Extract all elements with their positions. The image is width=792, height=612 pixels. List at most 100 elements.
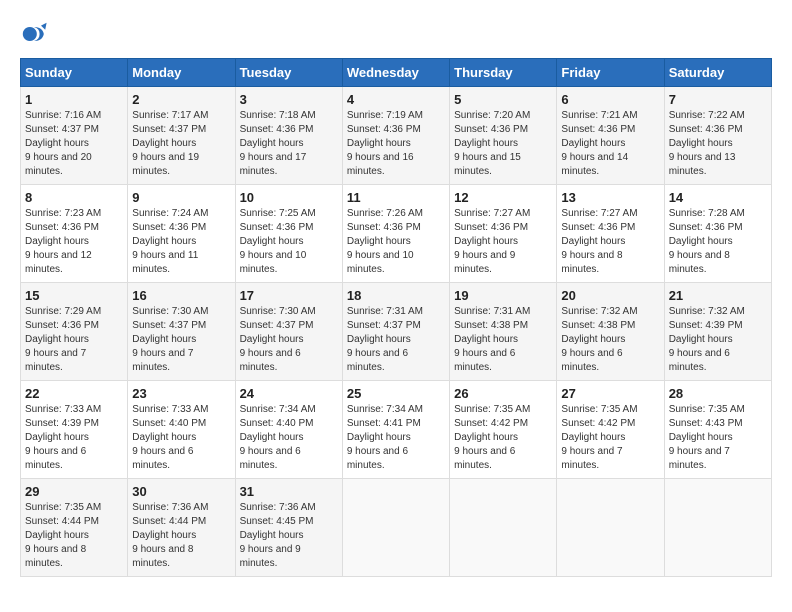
calendar-day-cell: 31 Sunrise: 7:36 AM Sunset: 4:45 PM Dayl… [235, 479, 342, 577]
day-number: 11 [347, 190, 445, 205]
day-info: Sunrise: 7:26 AM Sunset: 4:36 PM Dayligh… [347, 207, 445, 277]
day-number: 1 [25, 92, 123, 107]
day-info: Sunrise: 7:20 AM Sunset: 4:36 PM Dayligh… [454, 109, 552, 179]
calendar-day-cell: 22 Sunrise: 7:33 AM Sunset: 4:39 PM Dayl… [21, 381, 128, 479]
calendar-day-cell [342, 479, 449, 577]
calendar-day-cell: 13 Sunrise: 7:27 AM Sunset: 4:36 PM Dayl… [557, 185, 664, 283]
day-info: Sunrise: 7:32 AM Sunset: 4:38 PM Dayligh… [561, 305, 659, 375]
calendar-day-cell: 4 Sunrise: 7:19 AM Sunset: 4:36 PM Dayli… [342, 87, 449, 185]
calendar-day-cell: 30 Sunrise: 7:36 AM Sunset: 4:44 PM Dayl… [128, 479, 235, 577]
day-number: 3 [240, 92, 338, 107]
day-info: Sunrise: 7:18 AM Sunset: 4:36 PM Dayligh… [240, 109, 338, 179]
day-number: 7 [669, 92, 767, 107]
page-header [20, 20, 772, 48]
day-info: Sunrise: 7:23 AM Sunset: 4:36 PM Dayligh… [25, 207, 123, 277]
calendar-day-cell: 21 Sunrise: 7:32 AM Sunset: 4:39 PM Dayl… [664, 283, 771, 381]
calendar-day-cell: 8 Sunrise: 7:23 AM Sunset: 4:36 PM Dayli… [21, 185, 128, 283]
day-info: Sunrise: 7:22 AM Sunset: 4:36 PM Dayligh… [669, 109, 767, 179]
calendar-week-row: 8 Sunrise: 7:23 AM Sunset: 4:36 PM Dayli… [21, 185, 772, 283]
calendar-day-cell: 7 Sunrise: 7:22 AM Sunset: 4:36 PM Dayli… [664, 87, 771, 185]
day-number: 24 [240, 386, 338, 401]
day-number: 27 [561, 386, 659, 401]
day-number: 29 [25, 484, 123, 499]
day-number: 25 [347, 386, 445, 401]
day-number: 31 [240, 484, 338, 499]
calendar-day-cell: 11 Sunrise: 7:26 AM Sunset: 4:36 PM Dayl… [342, 185, 449, 283]
day-number: 4 [347, 92, 445, 107]
calendar-week-row: 15 Sunrise: 7:29 AM Sunset: 4:36 PM Dayl… [21, 283, 772, 381]
calendar-day-cell: 17 Sunrise: 7:30 AM Sunset: 4:37 PM Dayl… [235, 283, 342, 381]
day-of-week-header: Monday [128, 59, 235, 87]
day-number: 6 [561, 92, 659, 107]
day-number: 23 [132, 386, 230, 401]
day-number: 14 [669, 190, 767, 205]
day-info: Sunrise: 7:30 AM Sunset: 4:37 PM Dayligh… [240, 305, 338, 375]
calendar-day-cell: 26 Sunrise: 7:35 AM Sunset: 4:42 PM Dayl… [450, 381, 557, 479]
calendar-day-cell: 15 Sunrise: 7:29 AM Sunset: 4:36 PM Dayl… [21, 283, 128, 381]
day-info: Sunrise: 7:34 AM Sunset: 4:41 PM Dayligh… [347, 403, 445, 473]
calendar-day-cell: 3 Sunrise: 7:18 AM Sunset: 4:36 PM Dayli… [235, 87, 342, 185]
day-number: 13 [561, 190, 659, 205]
day-info: Sunrise: 7:21 AM Sunset: 4:36 PM Dayligh… [561, 109, 659, 179]
calendar-day-cell: 27 Sunrise: 7:35 AM Sunset: 4:42 PM Dayl… [557, 381, 664, 479]
day-info: Sunrise: 7:35 AM Sunset: 4:44 PM Dayligh… [25, 501, 123, 571]
day-number: 8 [25, 190, 123, 205]
calendar-day-cell: 25 Sunrise: 7:34 AM Sunset: 4:41 PM Dayl… [342, 381, 449, 479]
calendar-day-cell: 9 Sunrise: 7:24 AM Sunset: 4:36 PM Dayli… [128, 185, 235, 283]
day-info: Sunrise: 7:35 AM Sunset: 4:42 PM Dayligh… [561, 403, 659, 473]
day-number: 10 [240, 190, 338, 205]
day-number: 15 [25, 288, 123, 303]
calendar-week-row: 22 Sunrise: 7:33 AM Sunset: 4:39 PM Dayl… [21, 381, 772, 479]
calendar-week-row: 29 Sunrise: 7:35 AM Sunset: 4:44 PM Dayl… [21, 479, 772, 577]
day-info: Sunrise: 7:33 AM Sunset: 4:39 PM Dayligh… [25, 403, 123, 473]
day-number: 19 [454, 288, 552, 303]
logo-icon [20, 20, 48, 48]
calendar-day-cell: 24 Sunrise: 7:34 AM Sunset: 4:40 PM Dayl… [235, 381, 342, 479]
day-number: 18 [347, 288, 445, 303]
day-info: Sunrise: 7:31 AM Sunset: 4:38 PM Dayligh… [454, 305, 552, 375]
day-info: Sunrise: 7:32 AM Sunset: 4:39 PM Dayligh… [669, 305, 767, 375]
day-info: Sunrise: 7:29 AM Sunset: 4:36 PM Dayligh… [25, 305, 123, 375]
day-info: Sunrise: 7:31 AM Sunset: 4:37 PM Dayligh… [347, 305, 445, 375]
day-of-week-header: Tuesday [235, 59, 342, 87]
day-info: Sunrise: 7:34 AM Sunset: 4:40 PM Dayligh… [240, 403, 338, 473]
day-number: 5 [454, 92, 552, 107]
day-info: Sunrise: 7:35 AM Sunset: 4:42 PM Dayligh… [454, 403, 552, 473]
calendar-day-cell: 18 Sunrise: 7:31 AM Sunset: 4:37 PM Dayl… [342, 283, 449, 381]
day-of-week-header: Sunday [21, 59, 128, 87]
calendar-day-cell [450, 479, 557, 577]
day-info: Sunrise: 7:16 AM Sunset: 4:37 PM Dayligh… [25, 109, 123, 179]
calendar-day-cell: 2 Sunrise: 7:17 AM Sunset: 4:37 PM Dayli… [128, 87, 235, 185]
day-info: Sunrise: 7:19 AM Sunset: 4:36 PM Dayligh… [347, 109, 445, 179]
calendar-day-cell: 1 Sunrise: 7:16 AM Sunset: 4:37 PM Dayli… [21, 87, 128, 185]
day-info: Sunrise: 7:25 AM Sunset: 4:36 PM Dayligh… [240, 207, 338, 277]
calendar-day-cell: 29 Sunrise: 7:35 AM Sunset: 4:44 PM Dayl… [21, 479, 128, 577]
calendar-day-cell: 12 Sunrise: 7:27 AM Sunset: 4:36 PM Dayl… [450, 185, 557, 283]
day-number: 20 [561, 288, 659, 303]
day-of-week-header: Friday [557, 59, 664, 87]
calendar-day-cell: 16 Sunrise: 7:30 AM Sunset: 4:37 PM Dayl… [128, 283, 235, 381]
day-info: Sunrise: 7:27 AM Sunset: 4:36 PM Dayligh… [561, 207, 659, 277]
day-of-week-header: Saturday [664, 59, 771, 87]
day-number: 2 [132, 92, 230, 107]
calendar-week-row: 1 Sunrise: 7:16 AM Sunset: 4:37 PM Dayli… [21, 87, 772, 185]
calendar-table: SundayMondayTuesdayWednesdayThursdayFrid… [20, 58, 772, 577]
calendar-day-cell [664, 479, 771, 577]
day-info: Sunrise: 7:30 AM Sunset: 4:37 PM Dayligh… [132, 305, 230, 375]
calendar-day-cell: 19 Sunrise: 7:31 AM Sunset: 4:38 PM Dayl… [450, 283, 557, 381]
day-number: 16 [132, 288, 230, 303]
day-info: Sunrise: 7:28 AM Sunset: 4:36 PM Dayligh… [669, 207, 767, 277]
day-number: 26 [454, 386, 552, 401]
calendar-day-cell: 5 Sunrise: 7:20 AM Sunset: 4:36 PM Dayli… [450, 87, 557, 185]
day-number: 12 [454, 190, 552, 205]
day-info: Sunrise: 7:33 AM Sunset: 4:40 PM Dayligh… [132, 403, 230, 473]
day-of-week-header: Thursday [450, 59, 557, 87]
day-info: Sunrise: 7:36 AM Sunset: 4:44 PM Dayligh… [132, 501, 230, 571]
day-of-week-header: Wednesday [342, 59, 449, 87]
day-number: 22 [25, 386, 123, 401]
calendar-day-cell: 20 Sunrise: 7:32 AM Sunset: 4:38 PM Dayl… [557, 283, 664, 381]
day-info: Sunrise: 7:35 AM Sunset: 4:43 PM Dayligh… [669, 403, 767, 473]
day-number: 17 [240, 288, 338, 303]
calendar-day-cell: 23 Sunrise: 7:33 AM Sunset: 4:40 PM Dayl… [128, 381, 235, 479]
calendar-day-cell [557, 479, 664, 577]
